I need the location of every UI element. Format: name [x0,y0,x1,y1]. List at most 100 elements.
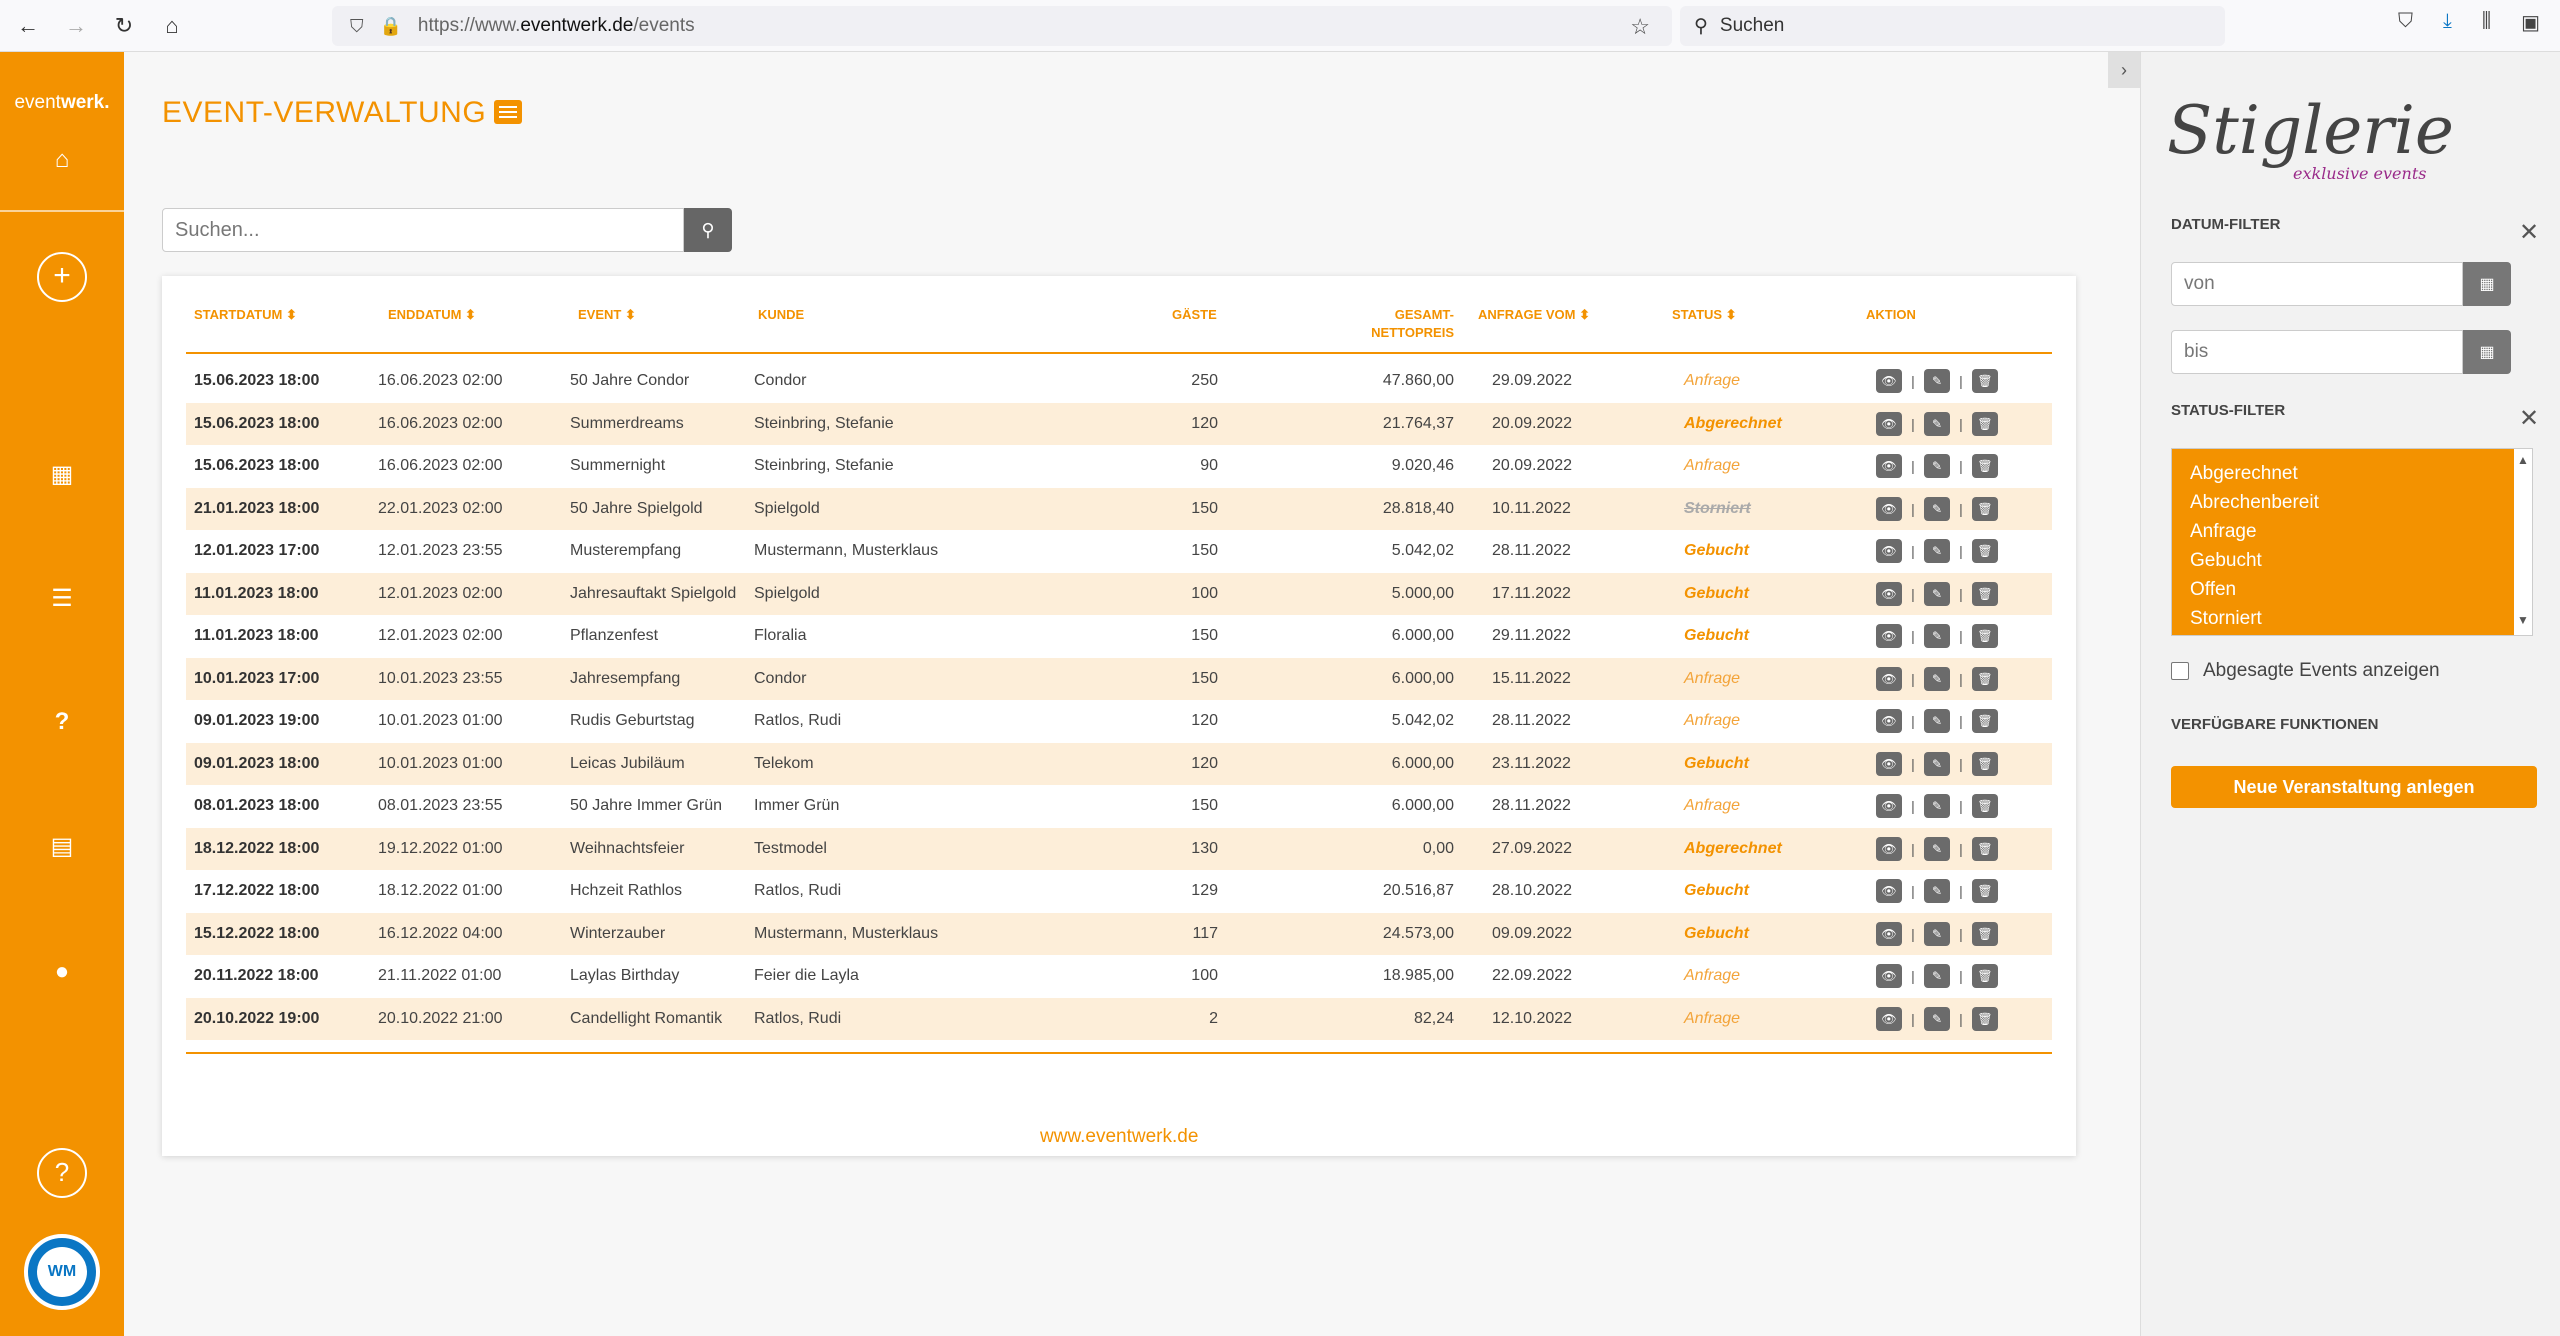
create-event-button[interactable]: Neue Veranstaltung anlegen [2171,766,2537,808]
library-icon[interactable]: ⫼ [2482,10,2491,35]
search-input[interactable]: Suchen... [162,208,684,252]
edit-icon[interactable]: ✎ [1924,624,1950,648]
date-to-input[interactable]: bis [2171,330,2463,374]
view-icon[interactable]: 👁 [1876,1006,1902,1031]
view-icon[interactable]: 👁 [1876,666,1902,691]
back-icon[interactable]: ← [8,6,48,46]
edit-icon[interactable]: ✎ [1924,921,1950,946]
date-from-input[interactable]: von [2171,262,2463,306]
delete-icon[interactable]: 🗑 [1972,624,1998,648]
view-icon[interactable]: 👁 [1876,539,1902,563]
pocket-icon[interactable]: ⛉ [2398,10,2413,35]
table-row[interactable]: 15.06.2023 18:00 16.06.2023 02:00 Summerni… [186,445,2052,488]
table-row[interactable]: 09.01.2023 18:00 10.01.2023 01:00 Leicas J… [186,742,2052,785]
download-icon[interactable]: ⤓ [2443,10,2452,35]
panel-collapse-button[interactable]: › [2108,52,2140,88]
table-icon[interactable]: ▤ [0,832,124,861]
status-list-scrollbar[interactable]: ▲ ▼ [2516,453,2530,627]
view-icon[interactable]: 👁 [1876,496,1902,521]
status-option[interactable]: Abgerechnet [2190,459,2514,488]
col-event[interactable]: EVENT ⬍ [578,306,636,324]
edit-icon[interactable]: ✎ [1924,794,1950,818]
table-row[interactable]: 12.01.2023 17:00 12.01.2023 23:55 Musterem… [186,530,2052,573]
browser-search-bar[interactable]: ⚲ Suchen [1680,6,2225,46]
col-requested[interactable]: ANFRAGE VOM ⬍ [1478,306,1590,324]
view-icon[interactable]: 👁 [1876,411,1902,436]
status-option[interactable]: Offen [2190,575,2514,604]
delete-icon[interactable]: 🗑 [1972,496,1998,521]
table-row[interactable]: 20.10.2022 19:00 20.10.2022 21:00 Candelli… [186,997,2052,1040]
user-icon[interactable]: ● [0,958,124,986]
view-icon[interactable]: 👁 [1876,709,1902,733]
edit-icon[interactable]: ✎ [1924,666,1950,691]
status-option[interactable]: Gebucht [2190,546,2514,575]
view-icon[interactable]: 👁 [1876,369,1902,393]
date-from-calendar-button[interactable]: ▦ [2463,262,2511,306]
delete-icon[interactable]: 🗑 [1972,539,1998,563]
table-row[interactable]: 17.12.2022 18:00 18.12.2022 01:00 Hchzeit … [186,870,2052,913]
clear-date-filter-icon[interactable]: ✕ [2519,218,2539,247]
table-row[interactable]: 21.01.2023 18:00 22.01.2023 02:00 50 Jahre… [186,487,2052,530]
table-row[interactable]: 15.06.2023 18:00 16.06.2023 02:00 50 Jahre… [186,360,2052,403]
view-icon[interactable]: 👁 [1876,581,1902,606]
table-row[interactable]: 20.11.2022 18:00 21.11.2022 01:00 Laylas B… [186,955,2052,998]
avatar[interactable]: WM [24,1234,100,1310]
edit-icon[interactable]: ✎ [1924,709,1950,733]
status-option[interactable]: Storniert [2190,604,2514,633]
delete-icon[interactable]: 🗑 [1972,879,1998,903]
delete-icon[interactable]: 🗑 [1972,836,1998,861]
view-icon[interactable]: 👁 [1876,879,1902,903]
table-row[interactable]: 15.12.2022 18:00 16.12.2022 04:00 Winterza… [186,912,2052,955]
delete-icon[interactable]: 🗑 [1972,666,1998,691]
show-cancelled-checkbox[interactable] [2171,662,2189,680]
clear-status-filter-icon[interactable]: ✕ [2519,404,2539,433]
add-icon[interactable]: + [37,252,87,302]
table-row[interactable]: 18.12.2022 18:00 19.12.2022 01:00 Weihnach… [186,827,2052,870]
view-icon[interactable]: 👁 [1876,964,1902,988]
status-option[interactable]: Abrechenbereit [2190,488,2514,517]
home-icon[interactable]: ⌂ [0,146,124,174]
col-start[interactable]: STARTDATUM ⬍ [194,306,297,324]
footer-link[interactable]: www.eventwerk.de [1040,1126,1198,1148]
address-bar[interactable]: ⛉ 🔒 https://www. eventwerk.de/events ☆ [332,6,1672,46]
view-icon[interactable]: 👁 [1876,836,1902,861]
edit-icon[interactable]: ✎ [1924,751,1950,776]
status-option[interactable]: Anfrage [2190,517,2514,546]
table-row[interactable]: 10.01.2023 17:00 10.01.2023 23:55 Jahresem… [186,657,2052,700]
col-status[interactable]: STATUS ⬍ [1672,306,1737,324]
edit-icon[interactable]: ✎ [1924,964,1950,988]
list-icon[interactable]: ☰ [0,584,124,613]
delete-icon[interactable]: 🗑 [1972,369,1998,393]
edit-icon[interactable]: ✎ [1924,454,1950,478]
home-icon[interactable]: ⌂ [152,6,192,46]
show-cancelled-row[interactable]: Abgesagte Events anzeigen [2171,660,2440,682]
edit-icon[interactable]: ✎ [1924,411,1950,436]
view-icon[interactable]: 👁 [1876,794,1902,818]
view-icon[interactable]: 👁 [1876,921,1902,946]
help-icon[interactable]: ? [0,708,124,736]
delete-icon[interactable]: 🗑 [1972,751,1998,776]
search-button[interactable]: ⚲ [684,208,732,252]
date-to-calendar-button[interactable]: ▦ [2463,330,2511,374]
table-row[interactable]: 11.01.2023 18:00 12.01.2023 02:00 Pflanzen… [186,615,2052,658]
extensions-icon[interactable]: ▣ [2521,10,2540,35]
forward-icon[interactable]: → [56,6,96,46]
status-filter-select[interactable]: Abgerechnet Abrechenbereit Anfrage Gebucht O… [2171,448,2533,636]
delete-icon[interactable]: 🗑 [1972,411,1998,436]
view-icon[interactable]: 👁 [1876,454,1902,478]
support-icon[interactable]: ? [37,1148,87,1198]
calendar-icon[interactable]: ▦ [0,460,124,489]
edit-icon[interactable]: ✎ [1924,539,1950,563]
table-row[interactable]: 15.06.2023 18:00 16.06.2023 02:00 Summerdr… [186,402,2052,445]
table-row[interactable]: 09.01.2023 19:00 10.01.2023 01:00 Rudis Ge… [186,700,2052,743]
edit-icon[interactable]: ✎ [1924,369,1950,393]
col-end[interactable]: ENDDATUM ⬍ [388,306,476,324]
edit-icon[interactable]: ✎ [1924,879,1950,903]
edit-icon[interactable]: ✎ [1924,581,1950,606]
delete-icon[interactable]: 🗑 [1972,709,1998,733]
delete-icon[interactable]: 🗑 [1972,454,1998,478]
edit-icon[interactable]: ✎ [1924,836,1950,861]
eventwerk-logo[interactable]: eventwerk. [0,92,124,114]
table-row[interactable]: 08.01.2023 18:00 08.01.2023 23:55 50 Jahre… [186,785,2052,828]
edit-icon[interactable]: ✎ [1924,1006,1950,1031]
